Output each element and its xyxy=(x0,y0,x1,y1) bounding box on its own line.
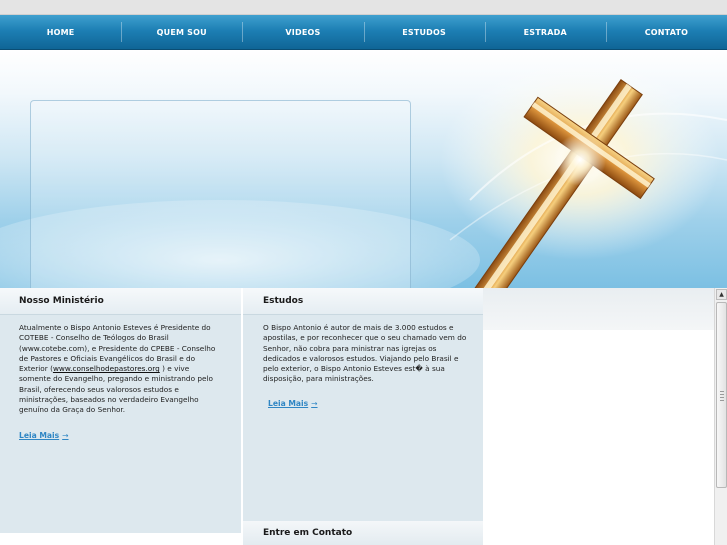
nav-item-quem-sou[interactable]: QUEM SOU xyxy=(121,15,242,49)
browser-top-strip xyxy=(0,0,727,15)
cross-image xyxy=(440,60,727,288)
ministry-read-more-link[interactable]: Leia Mais → xyxy=(19,431,69,441)
studies-read-more-link[interactable]: Leia Mais → xyxy=(268,399,318,409)
nav-item-videos[interactable]: VIDEOS xyxy=(242,15,363,49)
hero-banner xyxy=(0,50,727,288)
vertical-scrollbar[interactable]: ▲ xyxy=(714,288,727,545)
main-nav: HOME QUEM SOU VIDEOS ESTUDOS ESTRADA CON… xyxy=(0,15,727,50)
nav-item-contato[interactable]: CONTATO xyxy=(605,15,727,49)
ministry-text: Atualmente o Bispo Antonio Esteves é Pre… xyxy=(0,315,241,441)
studies-panel: Estudos O Bispo Antonio é autor de mais … xyxy=(243,288,483,545)
arrow-up-icon[interactable]: ▲ xyxy=(716,289,727,300)
studies-text: O Bispo Antonio é autor de mais de 3.000… xyxy=(263,323,467,384)
ministry-title: Nosso Ministério xyxy=(0,288,241,315)
arrow-right-icon: → xyxy=(311,399,318,409)
arrow-right-icon: → xyxy=(62,430,69,440)
nav-item-home[interactable]: HOME xyxy=(0,15,121,49)
nav-item-estudos[interactable]: ESTUDOS xyxy=(363,15,485,49)
right-panel-band xyxy=(483,288,714,330)
ministry-read-more-label: Leia Mais xyxy=(19,430,60,440)
hero-content-box xyxy=(30,100,411,288)
scrollbar-grip xyxy=(720,391,724,401)
scrollbar-thumb[interactable] xyxy=(716,302,727,488)
studies-body: O Bispo Antonio é autor de mais de 3.000… xyxy=(243,315,483,409)
ministry-panel: Nosso Ministério Atualmente o Bispo Anto… xyxy=(0,288,241,533)
studies-read-more-label: Leia Mais xyxy=(268,399,309,409)
contact-title: Entre em Contato xyxy=(243,521,483,545)
nav-item-estrada[interactable]: ESTRADA xyxy=(484,15,606,49)
conselho-link[interactable]: www.conselhodepastores.org xyxy=(53,364,160,373)
studies-title: Estudos xyxy=(243,288,483,315)
